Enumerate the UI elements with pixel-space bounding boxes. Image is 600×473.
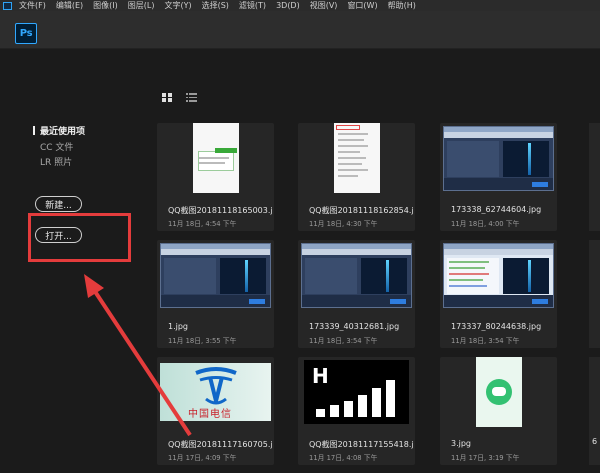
photoshop-start-screen: 文件(F) 编辑(E) 图像(I) 图层(L) 文字(Y) 选择(S) 滤镜(T… — [0, 0, 600, 473]
annotation-arrow — [84, 274, 192, 437]
